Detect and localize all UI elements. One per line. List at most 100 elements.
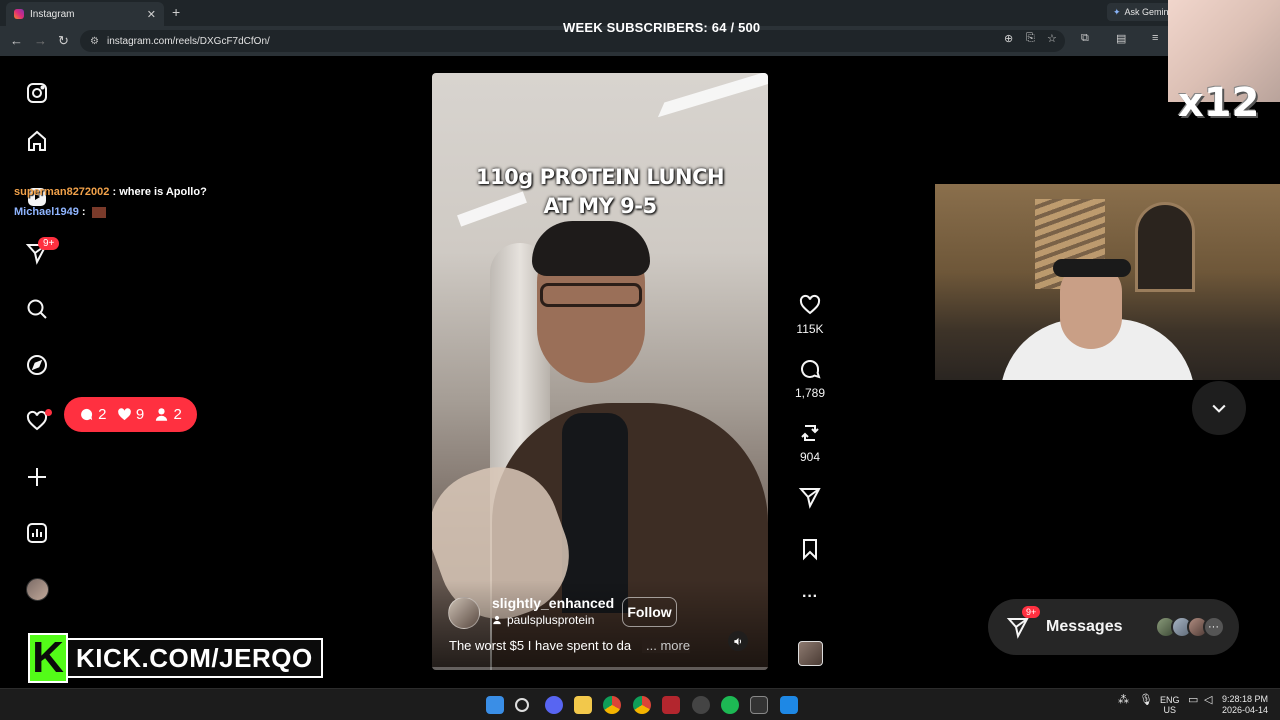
reel-overlay-title: 110g PROTEIN LUNCH AT MY 9-5: [432, 163, 768, 221]
extensions-icon[interactable]: ⧉: [1081, 32, 1089, 45]
clock-date: 2026-04-14: [1222, 705, 1269, 715]
tab-instagram[interactable]: Instagram ✕: [6, 2, 164, 26]
tab-search-icon[interactable]: ≡: [1152, 32, 1158, 44]
ask-gemini-label: Ask Gemini: [1124, 7, 1171, 17]
speaker-icon: [733, 637, 741, 645]
forward-button[interactable]: →: [34, 33, 47, 48]
comment-count: 2: [79, 406, 107, 423]
cast-icon[interactable]: ⎘: [1026, 32, 1035, 45]
chevron-down-icon: [1212, 404, 1226, 413]
caption-more-link[interactable]: ... more: [642, 638, 691, 653]
chat-username: superman8272002: [14, 186, 110, 198]
chat-message: superman8272002 : where is Apollo?: [14, 186, 207, 198]
messages-bar-badge: 9+: [1022, 606, 1041, 618]
screen: Instagram ✕ + ✦ Ask Gemini ✕ ← → ↻ ⚙ ins…: [0, 0, 1280, 720]
follow-button[interactable]: Follow: [622, 597, 677, 627]
obs-icon[interactable]: [692, 696, 710, 714]
audio-toggle-button[interactable]: [728, 631, 748, 651]
person-icon: [156, 408, 168, 421]
tray-app-icon[interactable]: ⁂: [1118, 695, 1129, 706]
network-icon[interactable]: ▭: [1188, 695, 1198, 706]
follow-count-value: 2: [173, 406, 182, 423]
notifications-pill[interactable]: 2 9 2: [64, 397, 197, 432]
instagram-page: 9+ 2 9 2 superman8272002: where is Apol…: [0, 56, 1280, 688]
create-plus-icon[interactable]: [24, 464, 50, 490]
search-icon[interactable]: [515, 698, 529, 712]
search-icon[interactable]: [24, 296, 50, 322]
like-count-value: 9: [135, 406, 145, 423]
explore-icon[interactable]: [24, 352, 50, 378]
volume-icon[interactable]: ◁: [1204, 695, 1212, 706]
kick-logo-icon: K: [28, 633, 68, 683]
chat-emote-icon: [91, 206, 106, 218]
heart-icon: [799, 294, 821, 315]
bookmark-icon: [803, 539, 817, 561]
reel-video[interactable]: 110g PROTEIN LUNCH AT MY 9-5 slightly_en…: [432, 73, 768, 670]
week-subscribers-overlay: WEEK SUBSCRIBERS: 64 / 500: [563, 20, 761, 35]
microphone-icon[interactable]: 🎙: [1139, 695, 1153, 706]
profile-avatar[interactable]: [26, 578, 49, 601]
message-avatars: ···: [1154, 616, 1225, 638]
author-avatar[interactable]: [448, 597, 480, 629]
bookmark-star-icon[interactable]: ☆: [1047, 32, 1057, 45]
notifications-dot: [45, 409, 52, 416]
more-avatars-icon: ···: [1202, 616, 1225, 638]
chat-username: Michael1949: [14, 206, 79, 218]
new-tab-button[interactable]: +: [172, 4, 180, 20]
comment-bubble-icon: [81, 408, 93, 421]
app-icon[interactable]: [780, 696, 798, 714]
language-indicator[interactable]: ENG US: [1160, 695, 1180, 715]
home-icon[interactable]: [24, 128, 50, 154]
author-username[interactable]: slightly_enhanced: [492, 595, 614, 611]
chat-text: : where is Apollo?: [112, 186, 207, 198]
terminal-icon[interactable]: [750, 696, 768, 714]
save-action[interactable]: [790, 537, 830, 561]
more-options-button[interactable]: ···: [790, 588, 830, 606]
messages-bar[interactable]: 9+ Messages ···: [988, 599, 1239, 655]
discord-icon[interactable]: [545, 696, 563, 714]
close-tab-icon[interactable]: ✕: [147, 8, 156, 21]
multiplier-overlay: x12: [1178, 80, 1260, 126]
back-button[interactable]: ←: [10, 33, 23, 48]
collaborator[interactable]: paulsplusprotein: [492, 613, 594, 627]
instagram-logo-icon[interactable]: [24, 80, 50, 106]
repost-count: 904: [799, 450, 821, 464]
chat-message: Michael1949 :: [14, 206, 106, 218]
person-glasses: [540, 283, 642, 307]
collaborator-name: paulsplusprotein: [507, 613, 595, 627]
start-windows-icon[interactable]: [486, 696, 504, 714]
repost-action[interactable]: 904: [790, 421, 830, 464]
clock-time: 9:28:18 PM: [1222, 694, 1269, 704]
kick-url: KICK.COM/JERQO: [68, 638, 323, 678]
gemini-sparkle-icon: ✦: [1113, 6, 1121, 17]
instagram-favicon-icon: [14, 9, 24, 19]
reload-button[interactable]: ↻: [58, 33, 69, 49]
video-progress-bar[interactable]: [432, 667, 768, 670]
send-icon: [798, 488, 821, 509]
messages-label: Messages: [1046, 618, 1123, 635]
site-info-icon[interactable]: ⚙: [90, 36, 99, 47]
voice-app-icon[interactable]: [662, 696, 680, 714]
like-action[interactable]: 115K: [790, 293, 830, 336]
reel-title-line: AT MY 9-5: [543, 194, 657, 218]
share-action[interactable]: [790, 485, 830, 509]
zoom-icon[interactable]: ⊕: [1004, 32, 1013, 45]
system-clock[interactable]: 9:28:18 PM 2026-04-14: [1222, 694, 1268, 716]
video-bottom-shade: [432, 580, 768, 670]
chat-text: :: [81, 206, 86, 218]
file-explorer-icon[interactable]: [574, 696, 592, 714]
dashboard-icon[interactable]: [24, 520, 50, 546]
reading-list-icon[interactable]: ▤: [1116, 32, 1126, 45]
person-hair: [532, 221, 650, 276]
language-code: ENG: [1160, 695, 1180, 705]
windows-taskbar: ⁂ 🎙 ENG US ▭ ◁ 9:28:18 PM 2026-04-14: [0, 688, 1280, 720]
chrome-active-icon[interactable]: [633, 696, 651, 714]
audio-thumbnail[interactable]: [798, 641, 823, 666]
comment-count-value: 2: [98, 406, 107, 423]
like-heart-icon: [117, 408, 131, 421]
chrome-icon[interactable]: [603, 696, 621, 714]
repost-icon: [801, 425, 819, 441]
spotify-icon[interactable]: [721, 696, 739, 714]
comment-action[interactable]: 1,789: [790, 357, 830, 400]
next-reel-button[interactable]: [1192, 381, 1246, 435]
